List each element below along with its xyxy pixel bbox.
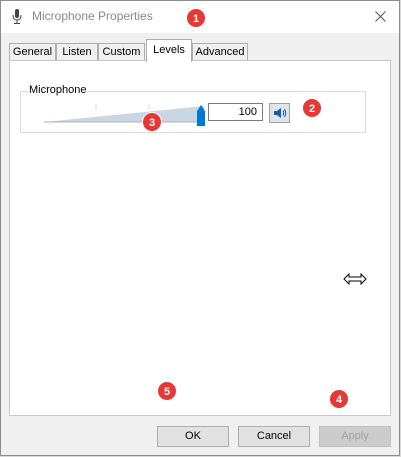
level-slider[interactable] [41, 102, 206, 126]
tab-levels[interactable]: Levels [146, 39, 192, 62]
tab-general[interactable]: General [9, 43, 56, 61]
tab-advanced[interactable]: Advanced [192, 43, 248, 61]
mute-button[interactable] [269, 103, 290, 123]
ok-button[interactable]: OK [157, 426, 229, 447]
speaker-icon [273, 108, 286, 118]
window-title: Microphone Properties [32, 9, 153, 23]
microphone-properties-dialog: Microphone Properties General Listen Cus… [0, 0, 400, 456]
tab-listen[interactable]: Listen [56, 43, 98, 61]
tab-strip: General Listen Custom Levels Advanced [9, 39, 389, 62]
close-button[interactable] [365, 3, 395, 29]
apply-button[interactable]: Apply [319, 426, 391, 447]
microphone-icon [12, 9, 22, 24]
annotation-badge-5: 5 [157, 381, 177, 401]
annotation-badge-2: 2 [302, 98, 322, 118]
close-icon [374, 10, 386, 22]
tab-custom[interactable]: Custom [98, 43, 145, 61]
annotation-badge-1: 1 [186, 8, 206, 28]
level-value-field[interactable]: 100 [208, 103, 263, 121]
resize-cursor-icon [343, 273, 367, 285]
microphone-group-label: Microphone [28, 84, 88, 96]
levels-panel: Microphone 100 [9, 60, 391, 416]
annotation-badge-4: 4 [329, 389, 349, 409]
annotation-badge-3: 3 [142, 112, 162, 132]
cancel-button[interactable]: Cancel [238, 426, 310, 447]
